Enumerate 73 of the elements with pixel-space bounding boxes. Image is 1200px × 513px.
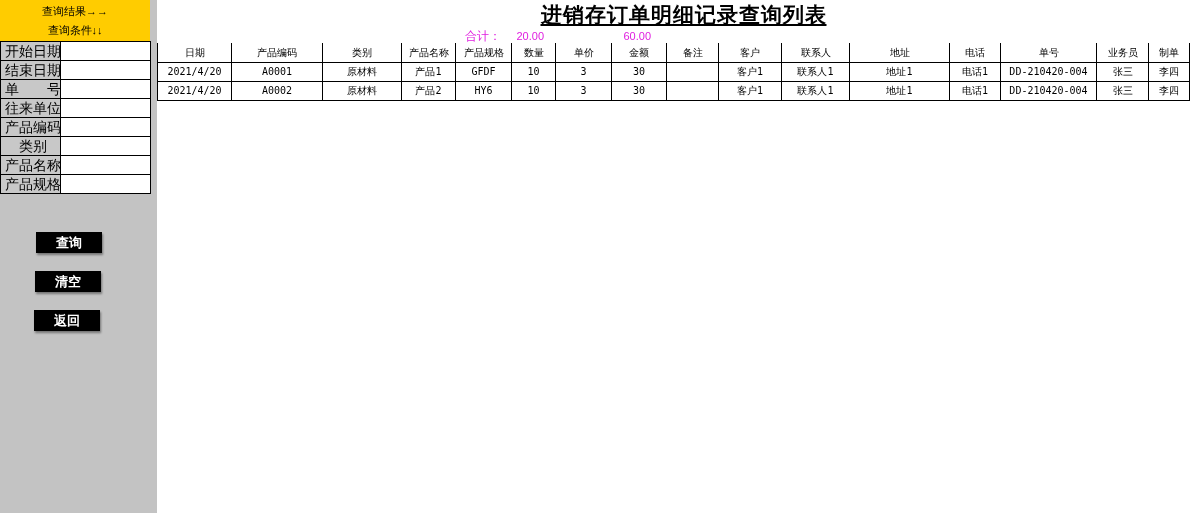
table-cell: 电话1 xyxy=(949,81,1001,100)
table-cell: 30 xyxy=(611,62,667,81)
input-field[interactable] xyxy=(61,137,151,155)
table-cell: GFDF xyxy=(455,62,512,81)
input-field[interactable] xyxy=(61,61,151,79)
field-label: 结束日期 xyxy=(1,61,61,79)
table-cell: A0002 xyxy=(231,81,323,100)
column-header: 产品名称 xyxy=(401,43,456,62)
action-button[interactable]: 清空 xyxy=(35,271,101,292)
table-cell: 联系人1 xyxy=(781,81,850,100)
field-label: 往来单位 xyxy=(1,99,61,117)
total-value: 60.00 xyxy=(622,30,652,42)
table-cell xyxy=(666,62,719,81)
column-header: 产品编码 xyxy=(231,43,323,62)
totals-label: 合计： xyxy=(463,29,501,43)
header-label: 查询条件↓↓ xyxy=(47,22,103,38)
table-cell: 客户1 xyxy=(718,81,782,100)
table-cell: 电话1 xyxy=(949,62,1001,81)
field-label: 开始日期 xyxy=(1,42,61,60)
table-cell: 10 xyxy=(511,62,556,81)
table-cell: 客户1 xyxy=(718,62,782,81)
report-title: 进销存订单明细记录查询列表 xyxy=(540,2,827,28)
column-header: 金额 xyxy=(611,43,667,62)
table-cell: 3 xyxy=(555,81,612,100)
table-cell: HY6 xyxy=(455,81,512,100)
column-header: 业务员 xyxy=(1096,43,1149,62)
column-header: 数量 xyxy=(511,43,556,62)
header-label: 查询结果→→ xyxy=(42,3,108,19)
column-header: 电话 xyxy=(949,43,1001,62)
table-cell: 30 xyxy=(611,81,667,100)
table-cell: 产品1 xyxy=(401,62,456,81)
table-cell: 2021/4/20 xyxy=(157,81,232,100)
column-header: 备注 xyxy=(666,43,719,62)
table-cell: 联系人1 xyxy=(781,62,850,81)
field-label: 单 号 xyxy=(1,80,61,98)
input-field[interactable] xyxy=(61,80,151,98)
input-field[interactable] xyxy=(61,175,151,193)
input-field[interactable] xyxy=(61,156,151,174)
column-header: 日期 xyxy=(157,43,232,62)
input-field[interactable] xyxy=(61,99,151,117)
action-button[interactable]: 查询 xyxy=(36,232,102,253)
table-cell: 张三 xyxy=(1096,62,1149,81)
table-cell: 原材料 xyxy=(322,62,402,81)
table-cell: DD-210420-004 xyxy=(1000,62,1097,81)
field-label: 产品编码 xyxy=(1,118,61,136)
table-cell: 产品2 xyxy=(401,81,456,100)
table-cell: 地址1 xyxy=(849,62,950,81)
action-button[interactable]: 返回 xyxy=(34,310,100,331)
table-cell xyxy=(666,81,719,100)
table-cell: 李四 xyxy=(1148,81,1190,100)
total-value: 20.00 xyxy=(515,30,545,42)
table-cell: DD-210420-004 xyxy=(1000,81,1097,100)
input-field[interactable] xyxy=(61,42,151,60)
column-header: 联系人 xyxy=(781,43,850,62)
field-label: 类别 xyxy=(1,137,61,155)
column-header: 制单 xyxy=(1148,43,1190,62)
table-cell: 地址1 xyxy=(849,81,950,100)
table-cell: A0001 xyxy=(231,62,323,81)
column-header: 客户 xyxy=(718,43,782,62)
table-cell: 3 xyxy=(555,62,612,81)
table-cell: 原材料 xyxy=(322,81,402,100)
table-cell: 张三 xyxy=(1096,81,1149,100)
column-header: 单价 xyxy=(555,43,612,62)
table-cell: 李四 xyxy=(1148,62,1190,81)
table-cell: 2021/4/20 xyxy=(157,62,232,81)
column-header: 地址 xyxy=(849,43,950,62)
input-field[interactable] xyxy=(61,118,151,136)
column-header: 单号 xyxy=(1000,43,1097,62)
table-cell: 10 xyxy=(511,81,556,100)
column-header: 产品规格 xyxy=(455,43,512,62)
field-label: 产品名称 xyxy=(1,156,61,174)
column-header: 类别 xyxy=(322,43,402,62)
field-label: 产品规格 xyxy=(1,175,61,193)
